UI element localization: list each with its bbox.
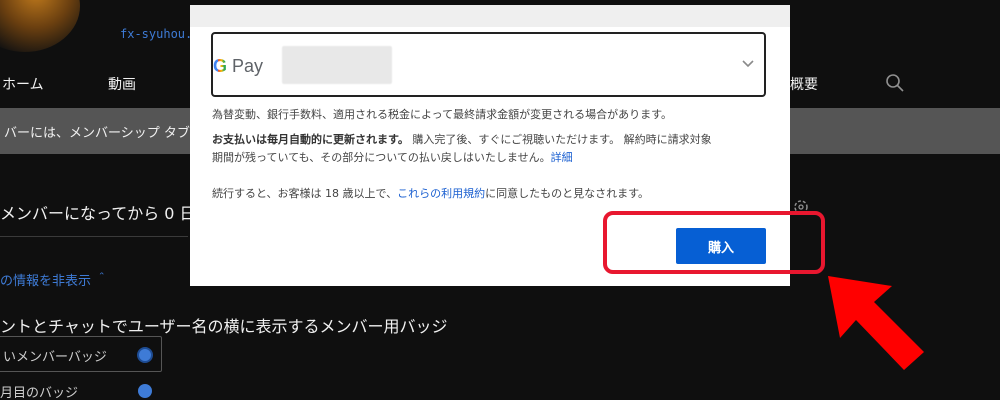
renewal-notice-bold: お支払いは毎月自動的に更新されます。 — [212, 133, 409, 146]
payment-method-select[interactable]: G Pay — [211, 32, 766, 97]
terms-link[interactable]: これらの利用規約 — [397, 187, 485, 200]
tab-about[interactable]: 概要 — [790, 74, 818, 94]
badge-option[interactable]: いメンバーバッジ — [0, 336, 162, 372]
refund-notice: 期間が残っていても、その部分についての払い戻しはいたしません。詳細 — [212, 151, 573, 165]
badge-heading: ントとチャットでユーザー名の横に表示するメンバー用バッジ — [0, 317, 448, 336]
search-icon[interactable] — [885, 73, 905, 98]
masked-card-info — [282, 46, 392, 84]
highlight-box — [603, 211, 825, 274]
google-pay-logo: G Pay — [213, 56, 264, 76]
badge-icon — [137, 347, 153, 363]
refund-notice-text: 期間が残っていても、その部分についての払い戻しはいたしません。 — [212, 151, 551, 164]
dialog-header-bar — [190, 5, 790, 27]
tab-home[interactable]: ホーム — [2, 74, 44, 94]
terms-notice: 続行すると、お客様は 18 歳以上で、これらの利用規約に同意したものと見なされま… — [212, 187, 649, 201]
badge-icon — [138, 384, 152, 398]
price-notice: 為替変動、銀行手数料、適用される税金によって最終請求金額が変更される場合がありま… — [212, 108, 673, 121]
divider — [0, 236, 188, 237]
details-link[interactable]: 詳細 — [551, 151, 573, 164]
renewal-notice: お支払いは毎月自動的に更新されます。 購入完了後、すぐにご視聴いただけます。 解… — [212, 133, 712, 147]
membership-days: メンバーになってから 0 日 — [0, 204, 196, 223]
badge-option-2: 月目のバッジ — [0, 386, 79, 400]
channel-avatar — [0, 0, 80, 52]
terms-prefix: 続行すると、お客様は 18 歳以上で、 — [212, 187, 398, 200]
terms-suffix: に同意したものと見なされます。 — [485, 187, 650, 200]
tab-videos[interactable]: 動画 — [108, 74, 136, 94]
renewal-notice-text: 購入完了後、すぐにご視聴いただけます。 解約時に請求対象 — [408, 133, 712, 146]
channel-handle: fx-syuhou.t — [120, 27, 200, 41]
chevron-down-icon[interactable] — [738, 53, 758, 73]
badge-option-label: いメンバーバッジ — [3, 350, 107, 365]
pointer-arrow-icon — [828, 276, 924, 370]
hide-info-link[interactable]: の情報を非表示 ＾ — [0, 270, 108, 289]
banner-text: バーには、メンバーシップ タブ — [4, 126, 190, 141]
